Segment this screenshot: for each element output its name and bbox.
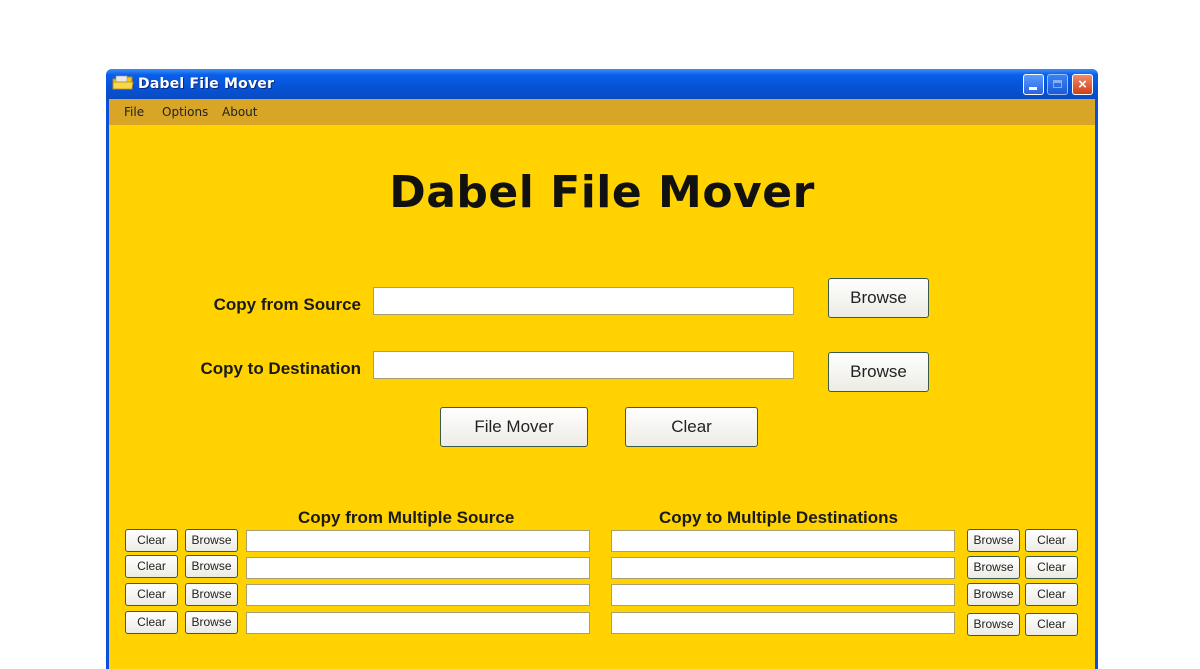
- close-button[interactable]: ×: [1072, 74, 1093, 95]
- folder-icon: [112, 75, 134, 90]
- multi-source-clear-button[interactable]: Clear: [125, 555, 178, 578]
- source-input[interactable]: [373, 287, 794, 315]
- minimize-icon: [1029, 87, 1037, 90]
- multi-source-input[interactable]: [246, 612, 590, 634]
- multi-destination-input[interactable]: [611, 612, 955, 634]
- multi-source-input[interactable]: [246, 584, 590, 606]
- multi-source-clear-button[interactable]: Clear: [125, 583, 178, 606]
- multi-destination-browse-button[interactable]: Browse: [967, 556, 1020, 579]
- multi-destination-input[interactable]: [611, 557, 955, 579]
- multi-destination-title: Copy to Multiple Destinations: [659, 508, 898, 527]
- window-title: Dabel File Mover: [138, 76, 275, 92]
- multi-destination-browse-button[interactable]: Browse: [967, 583, 1020, 606]
- destination-label: Copy to Destination: [200, 359, 361, 378]
- menu-options[interactable]: Options: [162, 105, 208, 119]
- clear-button[interactable]: Clear: [625, 407, 758, 447]
- multi-destination-clear-button[interactable]: Clear: [1025, 529, 1078, 552]
- menu-about[interactable]: About: [222, 105, 257, 119]
- menu-file[interactable]: File: [124, 105, 144, 119]
- source-label: Copy from Source: [213, 295, 361, 314]
- app-window: Dabel File Mover × File Options About Da…: [106, 69, 1098, 669]
- maximize-icon: [1053, 80, 1062, 88]
- multi-source-browse-button[interactable]: Browse: [185, 611, 238, 634]
- file-mover-button[interactable]: File Mover: [440, 407, 588, 447]
- multi-destination-input[interactable]: [611, 530, 955, 552]
- multi-destination-input[interactable]: [611, 584, 955, 606]
- destination-input[interactable]: [373, 351, 794, 379]
- multi-source-browse-button[interactable]: Browse: [185, 555, 238, 578]
- multi-destination-clear-button[interactable]: Clear: [1025, 583, 1078, 606]
- multi-source-browse-button[interactable]: Browse: [185, 529, 238, 552]
- source-browse-button[interactable]: Browse: [828, 278, 929, 318]
- multi-source-input[interactable]: [246, 530, 590, 552]
- menu-bar: File Options About: [109, 99, 1095, 125]
- maximize-button[interactable]: [1047, 74, 1068, 95]
- multi-destination-clear-button[interactable]: Clear: [1025, 613, 1078, 636]
- multi-source-clear-button[interactable]: Clear: [125, 529, 178, 552]
- minimize-button[interactable]: [1023, 74, 1044, 95]
- client-area: File Options About Dabel File Mover Copy…: [109, 99, 1095, 669]
- multi-source-title: Copy from Multiple Source: [298, 508, 515, 527]
- multi-destination-clear-button[interactable]: Clear: [1025, 556, 1078, 579]
- title-bar[interactable]: Dabel File Mover ×: [106, 69, 1098, 99]
- multi-source-clear-button[interactable]: Clear: [125, 611, 178, 634]
- multi-source-browse-button[interactable]: Browse: [185, 583, 238, 606]
- multi-destination-browse-button[interactable]: Browse: [967, 613, 1020, 636]
- destination-browse-button[interactable]: Browse: [828, 352, 929, 392]
- app-heading: Dabel File Mover: [389, 167, 815, 218]
- multi-source-input[interactable]: [246, 557, 590, 579]
- multi-destination-browse-button[interactable]: Browse: [967, 529, 1020, 552]
- close-icon: ×: [1078, 76, 1087, 93]
